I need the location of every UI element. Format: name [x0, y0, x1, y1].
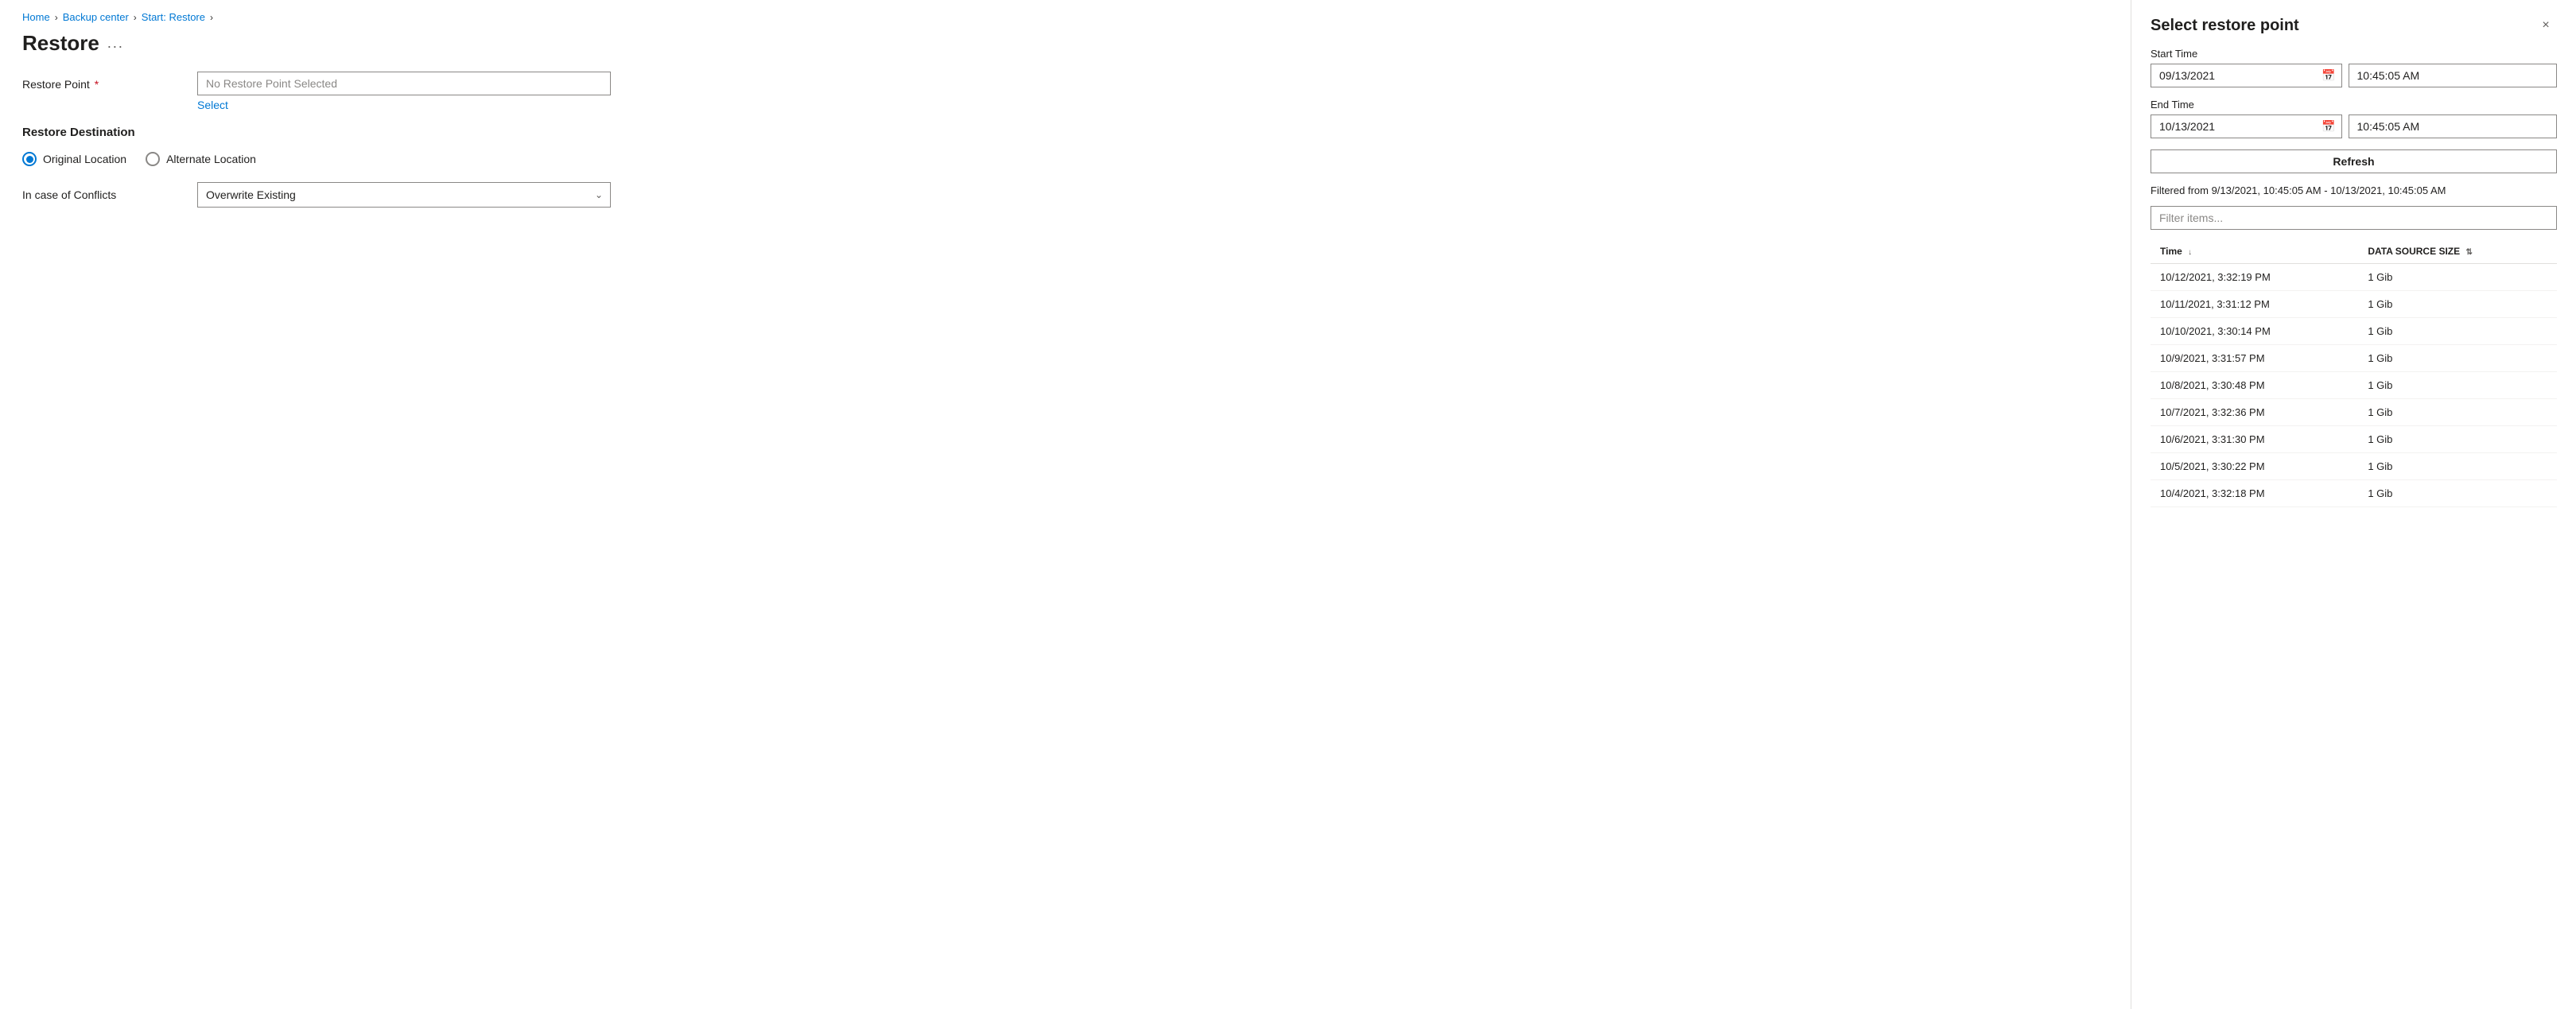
time-column-header[interactable]: Time ↓	[2151, 239, 2358, 264]
restore-form: Restore Point * Select Restore Destinati…	[0, 72, 2131, 222]
conflicts-dropdown-container: Overwrite ExistingSkip on Conflict ⌄	[197, 182, 611, 208]
start-time-row: 📅	[2151, 64, 2557, 87]
row-time: 10/9/2021, 3:31:57 PM	[2151, 345, 2358, 372]
start-date-input[interactable]	[2151, 64, 2342, 87]
row-size: 1 Gib	[2358, 453, 2557, 480]
end-time-input[interactable]	[2349, 114, 2558, 138]
table-row[interactable]: 10/5/2021, 3:30:22 PM1 Gib	[2151, 453, 2557, 480]
restore-point-input[interactable]	[197, 72, 611, 95]
conflicts-dropdown[interactable]: Overwrite ExistingSkip on Conflict	[197, 182, 611, 208]
alternate-location-radio-indicator	[146, 152, 160, 166]
filter-input[interactable]	[2151, 206, 2557, 230]
alternate-location-label: Alternate Location	[166, 153, 256, 165]
start-time-label: Start Time	[2151, 48, 2557, 60]
restore-point-control: Select	[197, 72, 2108, 111]
breadcrumb-sep-3: ›	[210, 12, 213, 23]
alternate-location-radio[interactable]: Alternate Location	[146, 152, 256, 166]
conflicts-control: Overwrite ExistingSkip on Conflict ⌄	[197, 182, 2108, 208]
breadcrumb-start-restore[interactable]: Start: Restore	[142, 11, 205, 23]
filter-info-text: Filtered from 9/13/2021, 10:45:05 AM - 1…	[2151, 184, 2557, 196]
row-size: 1 Gib	[2358, 480, 2557, 507]
table-row[interactable]: 10/4/2021, 3:32:18 PM1 Gib	[2151, 480, 2557, 507]
size-sort-icon: ⇅	[2465, 248, 2472, 257]
row-size: 1 Gib	[2358, 399, 2557, 426]
location-radio-group: Original Location Alternate Location	[22, 152, 2108, 166]
end-time-row: 📅	[2151, 114, 2557, 138]
row-time: 10/5/2021, 3:30:22 PM	[2151, 453, 2358, 480]
refresh-button[interactable]: Refresh	[2151, 149, 2557, 173]
select-restore-point-panel: Select restore point × Start Time 📅 End …	[2131, 0, 2576, 1009]
breadcrumb-sep-2: ›	[134, 12, 137, 23]
row-time: 10/11/2021, 3:31:12 PM	[2151, 291, 2358, 318]
table-row[interactable]: 10/12/2021, 3:32:19 PM1 Gib	[2151, 264, 2557, 291]
restore-points-table-container[interactable]: Time ↓ DATA SOURCE SIZE ⇅ 10/12/2021, 3:…	[2151, 239, 2557, 1009]
row-time: 10/7/2021, 3:32:36 PM	[2151, 399, 2358, 426]
row-time: 10/12/2021, 3:32:19 PM	[2151, 264, 2358, 291]
panel-close-button[interactable]: ×	[2535, 14, 2557, 37]
more-options-icon[interactable]: ...	[107, 35, 124, 52]
main-content: Home › Backup center › Start: Restore › …	[0, 0, 2131, 1009]
row-time: 10/4/2021, 3:32:18 PM	[2151, 480, 2358, 507]
breadcrumb-backup-center[interactable]: Backup center	[63, 11, 129, 23]
time-sort-icon: ↓	[2188, 248, 2192, 257]
conflicts-row: In case of Conflicts Overwrite ExistingS…	[22, 182, 2108, 208]
restore-point-row: Restore Point * Select	[22, 72, 2108, 111]
breadcrumb: Home › Backup center › Start: Restore ›	[0, 0, 2131, 28]
breadcrumb-sep-1: ›	[55, 12, 58, 23]
start-time-input[interactable]	[2349, 64, 2558, 87]
original-location-radio[interactable]: Original Location	[22, 152, 126, 166]
table-row[interactable]: 10/9/2021, 3:31:57 PM1 Gib	[2151, 345, 2557, 372]
row-time: 10/6/2021, 3:31:30 PM	[2151, 426, 2358, 453]
start-date-wrap: 📅	[2151, 64, 2342, 87]
original-location-radio-indicator	[22, 152, 37, 166]
required-marker: *	[91, 78, 99, 91]
table-row[interactable]: 10/11/2021, 3:31:12 PM1 Gib	[2151, 291, 2557, 318]
end-date-wrap: 📅	[2151, 114, 2342, 138]
table-row[interactable]: 10/10/2021, 3:30:14 PM1 Gib	[2151, 318, 2557, 345]
row-size: 1 Gib	[2358, 318, 2557, 345]
original-location-label: Original Location	[43, 153, 126, 165]
panel-title: Select restore point	[2151, 17, 2299, 35]
row-size: 1 Gib	[2358, 372, 2557, 399]
row-size: 1 Gib	[2358, 426, 2557, 453]
page-title-row: Restore ...	[0, 28, 2131, 72]
table-header-row: Time ↓ DATA SOURCE SIZE ⇅	[2151, 239, 2557, 264]
table-header: Time ↓ DATA SOURCE SIZE ⇅	[2151, 239, 2557, 264]
panel-body: Start Time 📅 End Time 📅 Refresh Filtered…	[2131, 48, 2576, 1009]
end-time-label: End Time	[2151, 99, 2557, 111]
row-size: 1 Gib	[2358, 264, 2557, 291]
row-size: 1 Gib	[2358, 291, 2557, 318]
select-link[interactable]: Select	[197, 99, 2108, 111]
page-title: Restore	[22, 31, 99, 56]
restore-point-label: Restore Point *	[22, 72, 197, 91]
size-column-header[interactable]: DATA SOURCE SIZE ⇅	[2358, 239, 2557, 264]
conflicts-label: In case of Conflicts	[22, 182, 197, 201]
end-date-input[interactable]	[2151, 114, 2342, 138]
panel-header: Select restore point ×	[2131, 0, 2576, 48]
row-time: 10/8/2021, 3:30:48 PM	[2151, 372, 2358, 399]
restore-points-table: Time ↓ DATA SOURCE SIZE ⇅ 10/12/2021, 3:…	[2151, 239, 2557, 507]
row-time: 10/10/2021, 3:30:14 PM	[2151, 318, 2358, 345]
original-location-radio-dot	[26, 156, 33, 163]
table-body: 10/12/2021, 3:32:19 PM1 Gib10/11/2021, 3…	[2151, 264, 2557, 507]
table-row[interactable]: 10/7/2021, 3:32:36 PM1 Gib	[2151, 399, 2557, 426]
row-size: 1 Gib	[2358, 345, 2557, 372]
table-row[interactable]: 10/6/2021, 3:31:30 PM1 Gib	[2151, 426, 2557, 453]
restore-destination-title: Restore Destination	[22, 126, 2108, 139]
table-row[interactable]: 10/8/2021, 3:30:48 PM1 Gib	[2151, 372, 2557, 399]
breadcrumb-home[interactable]: Home	[22, 11, 50, 23]
